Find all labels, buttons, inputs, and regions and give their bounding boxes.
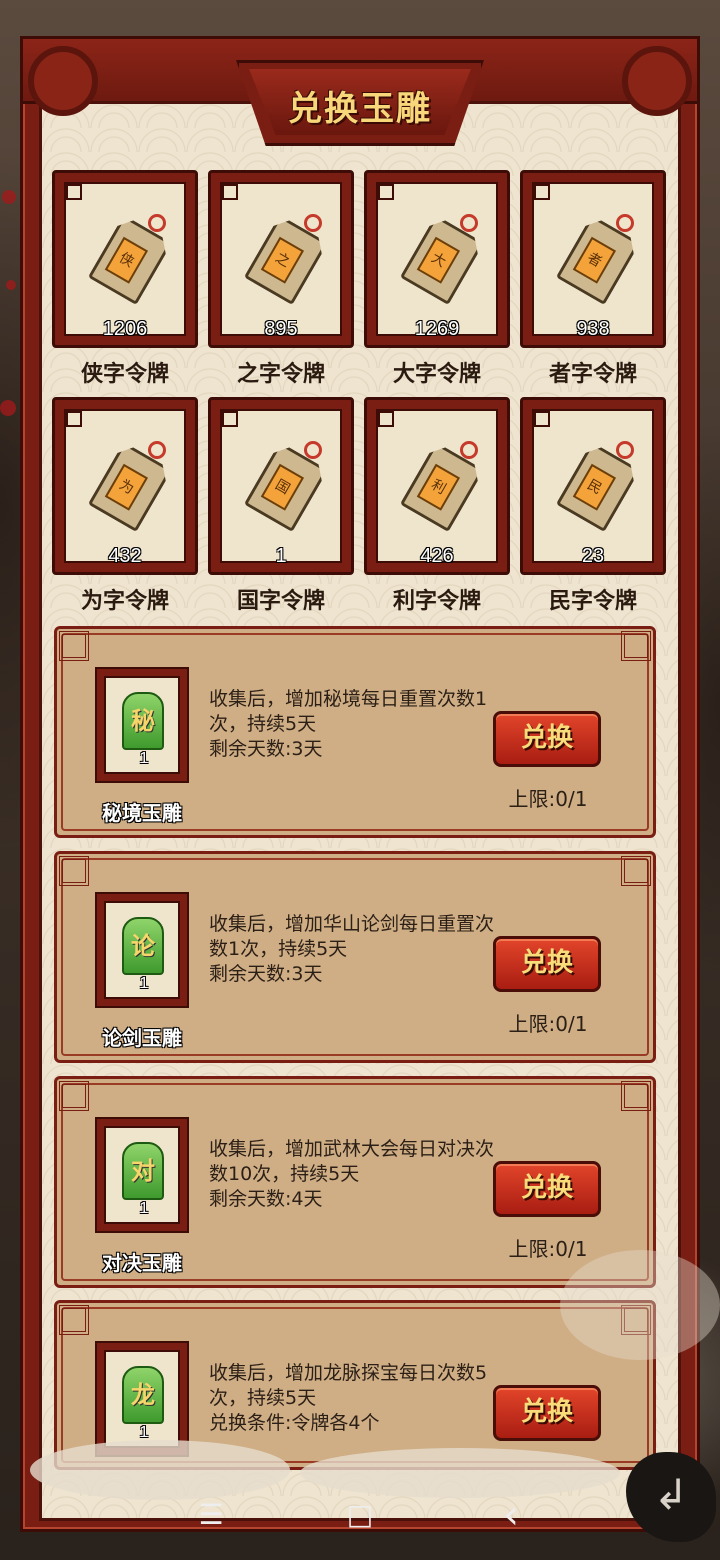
token-slot[interactable]: 国 1 国字令牌	[208, 397, 354, 614]
jade-slot[interactable]: 秘 1	[95, 667, 189, 783]
title-plate: 兑换玉雕	[236, 60, 484, 146]
jade-name: 对决玉雕	[102, 1253, 182, 1275]
jade-count: 1	[139, 750, 149, 767]
exchange-card: 对 1 对决玉雕 收集后，增加武林大会每日对决次数10次，持续5天 剩余天数:4…	[54, 1076, 656, 1288]
tag-string-icon	[148, 214, 166, 232]
exchange-limit: 上限:0/1	[508, 787, 588, 811]
remaining-days: 剩余天数:3天	[209, 738, 323, 760]
plum-blossom	[6, 280, 16, 290]
token-slot[interactable]: 利 426 利字令牌	[364, 397, 510, 614]
tag-string-icon	[616, 441, 634, 459]
menu-icon[interactable]: ☰	[186, 1490, 236, 1540]
token-count: 938	[576, 318, 610, 340]
exchange-card: 秘 1 秘境玉雕 收集后，增加秘境每日重置次数1次，持续5天 剩余天数:3天 兑…	[54, 626, 656, 838]
tag-string-icon	[148, 441, 166, 459]
token-count: 895	[264, 318, 298, 340]
system-nav-bar: ☰ □ ‹	[0, 1476, 720, 1560]
plum-blossom	[2, 190, 16, 204]
jade-slot[interactable]: 对 1	[95, 1117, 189, 1233]
exchange-button[interactable]: 兑换	[493, 711, 601, 767]
token-count: 1	[275, 545, 287, 567]
token-name: 者字令牌	[548, 361, 637, 387]
exchange-button[interactable]: 兑换	[493, 1385, 601, 1441]
token-slot[interactable]: 侠 1206 侠字令牌	[52, 170, 198, 387]
scroll-curl-left	[28, 46, 98, 116]
back-nav-icon[interactable]: ‹	[486, 1490, 536, 1540]
tag-string-icon	[460, 441, 478, 459]
token-name: 为字令牌	[80, 588, 169, 614]
exchange-button[interactable]: 兑换	[493, 936, 601, 992]
token-count: 426	[420, 545, 454, 567]
token-count: 1269	[414, 318, 460, 340]
token-slot[interactable]: 大 1269 大字令牌	[364, 170, 510, 387]
jade-carving-icon: 论	[122, 917, 164, 975]
jade-name: 论剑玉雕	[102, 1028, 182, 1050]
token-name: 之字令牌	[236, 361, 325, 387]
tag-string-icon	[616, 214, 634, 232]
token-count: 23	[581, 545, 605, 567]
exchange-condition: 兑换条件:令牌各4个	[209, 1412, 380, 1434]
cloud-decoration	[560, 1250, 720, 1360]
token-name: 国字令牌	[236, 588, 325, 614]
token-slot[interactable]: 者 938 者字令牌	[520, 170, 666, 387]
exchange-description: 收集后，增加龙脉探宝每日次数5次，持续5天 兑换条件:令牌各4个	[209, 1361, 497, 1436]
token-name: 利字令牌	[392, 588, 481, 614]
jade-count: 1	[139, 975, 149, 992]
jade-carving-icon: 龙	[122, 1366, 164, 1424]
exchange-button[interactable]: 兑换	[493, 1161, 601, 1217]
jade-carving-icon: 对	[122, 1142, 164, 1200]
corner-knot-icon	[621, 856, 651, 886]
jade-slot[interactable]: 论 1	[95, 892, 189, 1008]
exchange-description: 收集后，增加武林大会每日对决次数10次，持续5天 剩余天数:4天	[209, 1137, 497, 1212]
remaining-days: 剩余天数:3天	[209, 963, 323, 985]
tag-string-icon	[304, 214, 322, 232]
scroll-curl-right	[622, 46, 692, 116]
token-slot[interactable]: 民 23 民字令牌	[520, 397, 666, 614]
token-count: 1206	[102, 318, 148, 340]
exchange-description: 收集后，增加秘境每日重置次数1次，持续5天 剩余天数:3天	[209, 687, 497, 762]
exchange-description: 收集后，增加华山论剑每日重置次数1次，持续5天 剩余天数:3天	[209, 912, 497, 987]
exchange-limit: 上限:0/1	[508, 1237, 588, 1261]
jade-carving-icon: 秘	[122, 692, 164, 750]
tag-string-icon	[304, 441, 322, 459]
plum-blossom	[0, 400, 16, 416]
remaining-days: 剩余天数:4天	[209, 1188, 323, 1210]
token-slot[interactable]: 为 432 为字令牌	[52, 397, 198, 614]
token-slot[interactable]: 之 895 之字令牌	[208, 170, 354, 387]
token-count: 432	[108, 545, 142, 567]
tag-string-icon	[460, 214, 478, 232]
corner-knot-icon	[59, 1305, 89, 1335]
page-title: 兑换玉雕	[288, 89, 432, 129]
corner-knot-icon	[59, 631, 89, 661]
token-name: 大字令牌	[392, 361, 481, 387]
token-name: 侠字令牌	[80, 361, 169, 387]
corner-knot-icon	[621, 631, 651, 661]
exchange-limit: 上限:0/1	[508, 1012, 588, 1036]
home-icon[interactable]: □	[335, 1490, 385, 1540]
corner-knot-icon	[59, 856, 89, 886]
exchange-card: 论 1 论剑玉雕 收集后，增加华山论剑每日重置次数1次，持续5天 剩余天数:3天…	[54, 851, 656, 1063]
corner-knot-icon	[59, 1081, 89, 1111]
corner-knot-icon	[621, 1081, 651, 1111]
jade-count: 1	[139, 1200, 149, 1217]
jade-name: 秘境玉雕	[102, 803, 182, 825]
return-arrow-icon: ↲	[653, 1470, 689, 1519]
token-name: 民字令牌	[548, 588, 637, 614]
